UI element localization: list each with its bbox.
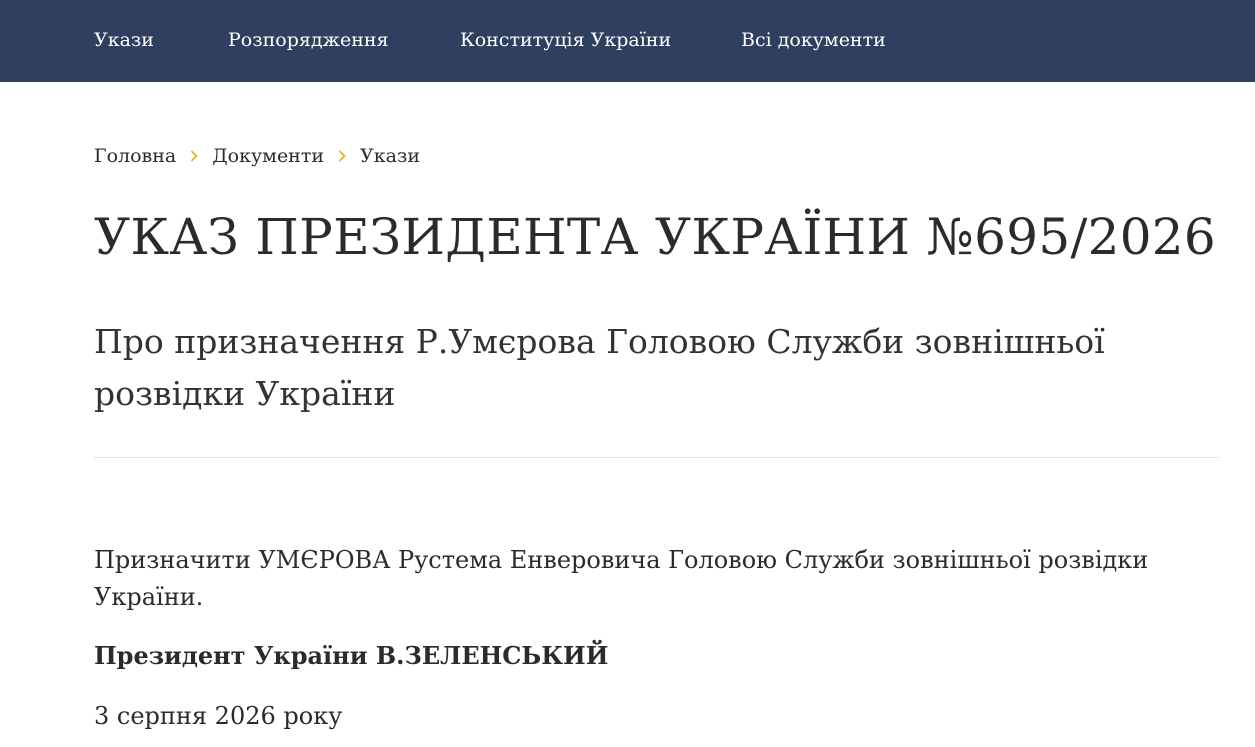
top-navigation: Укази Розпорядження Конституція України … — [0, 0, 1255, 82]
divider — [94, 457, 1219, 458]
document-signature: Президент України В.ЗЕЛЕНСЬКИЙ — [94, 641, 609, 670]
breadcrumb-documents-link[interactable]: Документи — [212, 145, 324, 167]
chevron-right-icon — [176, 150, 212, 162]
nav-item-decrees[interactable]: Укази — [94, 28, 154, 52]
breadcrumb: Головна Документи Укази — [94, 144, 420, 168]
page-title: УКАЗ ПРЕЗИДЕНТА УКРАЇНИ №695/2026 — [94, 208, 1217, 266]
document-date: 3 серпня 2026 року — [94, 702, 343, 730]
chevron-right-icon — [324, 150, 360, 162]
nav-item-all-documents[interactable]: Всі документи — [741, 28, 886, 52]
breadcrumb-decrees-link[interactable]: Укази — [360, 145, 420, 167]
nav-item-constitution[interactable]: Конституція України — [460, 28, 671, 52]
nav-item-orders[interactable]: Розпорядження — [228, 28, 389, 52]
document-body: Призначити УМЄРОВА Рустема Енверовича Го… — [94, 546, 1149, 611]
document-subtitle: Про призначення Р.Умєрова Головою Служби… — [94, 322, 1105, 413]
breadcrumb-home-link[interactable]: Головна — [94, 145, 176, 167]
